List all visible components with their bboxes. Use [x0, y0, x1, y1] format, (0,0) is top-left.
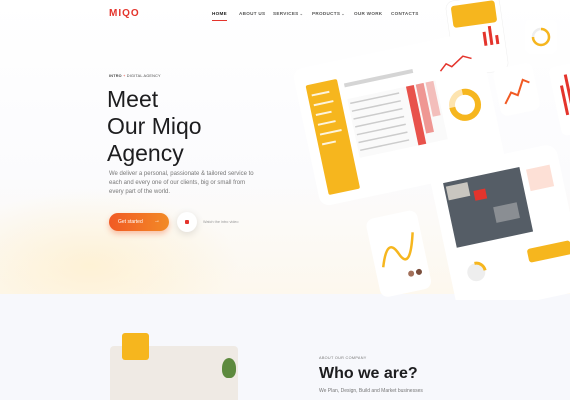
nav-item-home[interactable]: HOME — [212, 11, 227, 21]
eyebrow-text: DIGITAL AGENCY — [126, 74, 161, 78]
edge-bars — [549, 62, 570, 136]
nav-label: HOME — [212, 11, 227, 16]
feature-badge-icon — [122, 333, 149, 360]
nav-label: ABOUT US — [239, 11, 266, 16]
about-section-background — [0, 294, 570, 400]
about-text: We Plan, Design, Build and Market busine… — [319, 388, 423, 394]
nav-item-about-us[interactable]: ABOUT US — [239, 11, 265, 16]
about-title: Who we are? — [319, 365, 418, 382]
tablet-mockup-photo — [430, 145, 570, 300]
logo[interactable]: MIQO — [109, 8, 140, 19]
hero-headline: Meet Our Miqo Agency — [107, 86, 202, 167]
get-started-button[interactable]: Get started → — [109, 213, 169, 231]
button-label: Get started — [118, 219, 143, 225]
hero-lead: We deliver a personal, passionate & tail… — [109, 171, 254, 195]
watch-video-link[interactable]: Watch the intro video — [203, 220, 239, 224]
phone-mockup-bottom — [366, 210, 432, 297]
play-video-button[interactable] — [177, 212, 197, 232]
hero-eyebrow: INTRO + DIGITAL AGENCY — [109, 74, 161, 78]
page: MIQO HOME ABOUT US SERVICES⌄ PRODUCTS⌄ O… — [0, 0, 570, 400]
line-chart-tile — [493, 62, 540, 116]
plant-decoration — [222, 358, 236, 378]
headline-line: Our Miqo — [107, 113, 202, 139]
donut-tile — [525, 20, 557, 54]
headline-line: Meet — [107, 86, 159, 112]
headline-line: Agency — [107, 140, 184, 166]
eyebrow-strong: INTRO — [109, 74, 122, 78]
arrow-right-icon: → — [154, 218, 160, 224]
hero-illustration — [293, 0, 570, 300]
play-icon — [185, 220, 189, 224]
about-eyebrow: ABOUT OUR COMPANY — [319, 356, 367, 360]
